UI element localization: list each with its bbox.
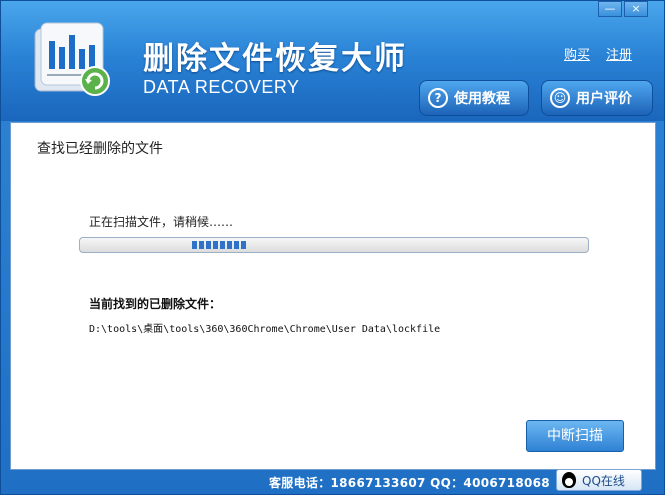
qq-online-label: QQ在线 xyxy=(582,473,625,488)
buy-link[interactable]: 购买 xyxy=(564,44,590,63)
qq-penguin-icon xyxy=(562,472,576,488)
contact-info: 客服电话：18667133607 QQ：4006718068 xyxy=(269,476,550,490)
scan-status-text: 正在扫描文件，请稍候…… xyxy=(89,215,234,229)
tutorial-button-label: 使用教程 xyxy=(454,91,510,107)
tutorial-button[interactable]: ? 使用教程 xyxy=(419,80,529,116)
qq-online-button[interactable]: QQ在线 xyxy=(556,469,642,491)
app-title: 删除文件恢复大师 xyxy=(143,41,407,77)
header-banner: — × 删除文件恢复大师 DATA RECOVERY 购买 注册 ? 使用教程 … xyxy=(1,1,664,121)
user-review-icon: ☺ xyxy=(550,88,570,108)
app-logo-icon xyxy=(34,22,110,96)
question-circle-icon: ? xyxy=(428,88,448,108)
minimize-button[interactable]: — xyxy=(598,1,622,17)
panel-heading: 查找已经删除的文件 xyxy=(37,141,163,157)
found-file-label: 当前找到的已删除文件： xyxy=(89,297,222,311)
scan-panel: 查找已经删除的文件 正在扫描文件，请稍候…… 当前找到的已删除文件： D:\to… xyxy=(10,122,656,470)
scan-progress-bar xyxy=(79,237,589,253)
scan-progress-indicator xyxy=(192,241,248,249)
app-window: — × 删除文件恢复大师 DATA RECOVERY 购买 注册 ? 使用教程 … xyxy=(0,0,665,495)
app-subtitle: DATA RECOVERY xyxy=(143,77,300,97)
register-link[interactable]: 注册 xyxy=(606,44,632,63)
close-button[interactable]: × xyxy=(624,1,648,17)
found-file-path: D:\tools\桌面\tools\360\360Chrome\Chrome\U… xyxy=(89,324,441,335)
user-review-button[interactable]: ☺ 用户评价 xyxy=(541,80,653,116)
stop-scan-button[interactable]: 中断扫描 xyxy=(526,420,624,452)
user-review-button-label: 用户评价 xyxy=(576,91,632,107)
